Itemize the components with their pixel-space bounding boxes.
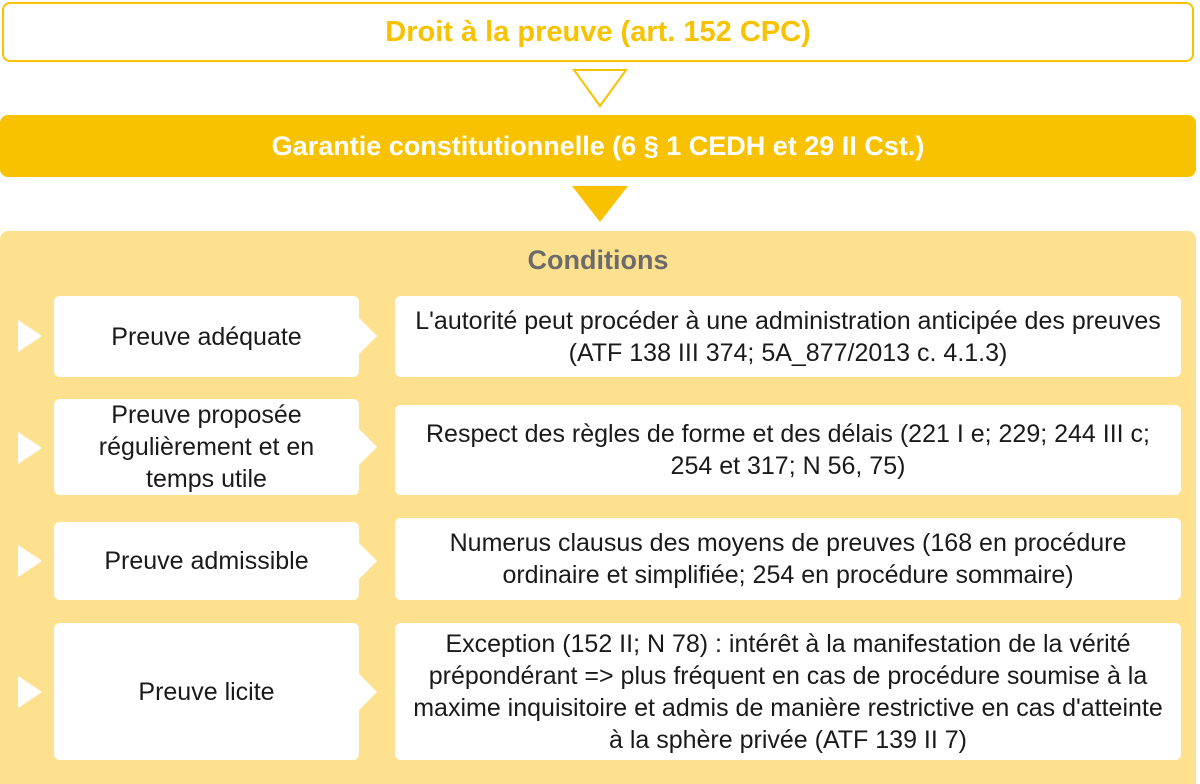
condition-description-box: Numerus clausus des moyens de preuves (1… [395,518,1181,600]
condition-description-box: Exception (152 II; N 78) : intérêt à la … [395,623,1181,760]
condition-description: Respect des règles de forme et des délai… [425,420,1151,480]
down-arrow-solid-icon [572,186,628,222]
down-arrow-outline-icon [572,69,628,108]
condition-label-box: Preuve licite [54,623,359,760]
title-box: Droit à la preuve (art. 152 CPC) [2,2,1194,62]
condition-label-box: Preuve adéquate [54,296,359,377]
condition-description: L'autorité peut procéder à une administr… [415,306,1161,367]
right-arrow-icon [18,320,42,352]
guarantee-box: Garantie constitutionnelle (6 § 1 CEDH e… [0,115,1196,177]
right-arrow-icon [18,432,42,464]
condition-label: Preuve adéquate [111,322,302,351]
condition-description-box: L'autorité peut procéder à une administr… [395,296,1181,377]
connector-notch-icon [359,318,377,354]
right-arrow-icon [18,545,42,577]
diagram-title: Droit à la preuve (art. 152 CPC) [385,15,811,48]
condition-description: Exception (152 II; N 78) : intérêt à la … [413,629,1163,754]
right-arrow-icon [18,676,42,708]
connector-notch-icon [359,543,377,579]
condition-description-box: Respect des règles de forme et des délai… [395,405,1181,495]
condition-label: Preuve admissible [104,547,309,575]
condition-label-box: Preuve admissible [54,522,359,600]
guarantee-label: Garantie constitutionnelle (6 § 1 CEDH e… [271,130,925,161]
connector-notch-icon [359,674,377,710]
condition-label-box: Preuve proposée régulièrement et en temp… [54,399,359,495]
condition-label: Preuve proposée régulièrement et en temp… [98,401,315,493]
connector-notch-icon [359,429,377,465]
conditions-heading: Conditions [527,245,669,275]
condition-label: Preuve licite [138,677,275,706]
condition-description: Numerus clausus des moyens de preuves (1… [449,529,1127,589]
